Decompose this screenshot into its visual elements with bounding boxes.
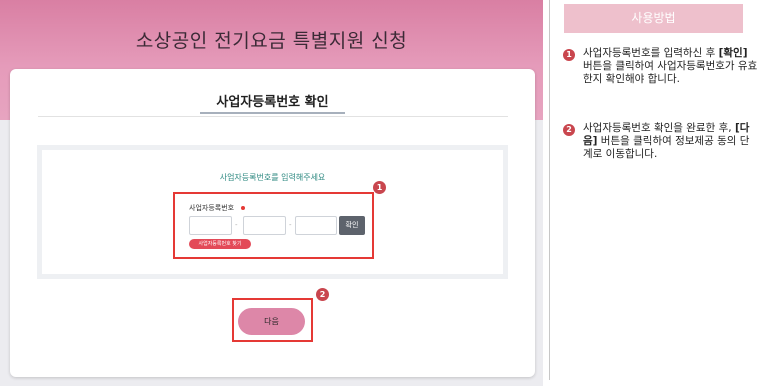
help-header: 사용방법 (564, 4, 743, 33)
application-panel: 소상공인 전기요금 특별지원 신청 사업자등록번호 확인 사업자등록번호를 입력… (0, 0, 543, 386)
card-title: 사업자등록번호 확인 (216, 95, 329, 110)
step-text: 사업자등록번호를 입력하신 후 [확인] 버튼을 클릭하여 사업자등록번호가 유… (583, 47, 758, 86)
step-text-part: 버튼을 클릭하여 사업자등록번호가 유효한지 확인해야 합니다. (583, 60, 758, 85)
business-number-part3-input[interactable] (295, 216, 337, 235)
find-business-number-link[interactable]: 사업자등록번호 찾기 (189, 239, 251, 249)
title-divider (38, 116, 508, 117)
step-text-part: 사업자등록번호 확인을 완료한 후, (583, 122, 735, 134)
page-title: 소상공인 전기요금 특별지원 신청 (135, 30, 408, 52)
annotation-badge-2: 2 (316, 288, 329, 301)
separator-dash: - (235, 221, 238, 229)
form-box: 사업자등록번호를 입력해주세요 사업자등록번호 - - 확인 사업자등록번호 찾… (37, 145, 508, 279)
page: 소상공인 전기요금 특별지원 신청 사업자등록번호 확인 사업자등록번호를 입력… (0, 0, 760, 386)
step-text-part: 사업자등록번호를 입력하신 후 (583, 47, 719, 59)
step-text: 사업자등록번호 확인을 완료한 후, [다음] 버튼을 클릭하여 정보제공 동의… (583, 122, 758, 161)
step-number-badge: 2 (563, 124, 575, 136)
step-number-badge: 1 (563, 49, 575, 61)
business-number-part1-input[interactable] (189, 216, 232, 235)
business-number-part2-input[interactable] (243, 216, 286, 235)
panel-divider (549, 0, 550, 380)
step-text-bold: [확인] (718, 47, 748, 59)
verification-card: 사업자등록번호 확인 사업자등록번호를 입력해주세요 사업자등록번호 - - 확… (10, 69, 535, 377)
title-underline (200, 112, 345, 114)
step-text-part: 버튼을 클릭하여 정보제공 동의 단계로 이동합니다. (583, 135, 750, 160)
annotation-badge-1: 1 (373, 181, 386, 194)
highlight-box-input: 사업자등록번호 - - 확인 사업자등록번호 찾기 (173, 192, 374, 259)
field-label: 사업자등록번호 (189, 204, 235, 212)
required-indicator (241, 206, 245, 210)
confirm-button[interactable]: 확인 (339, 216, 365, 235)
separator-dash: - (289, 221, 292, 229)
next-button[interactable]: 다음 (238, 308, 305, 335)
form-prompt: 사업자등록번호를 입력해주세요 (219, 173, 326, 182)
